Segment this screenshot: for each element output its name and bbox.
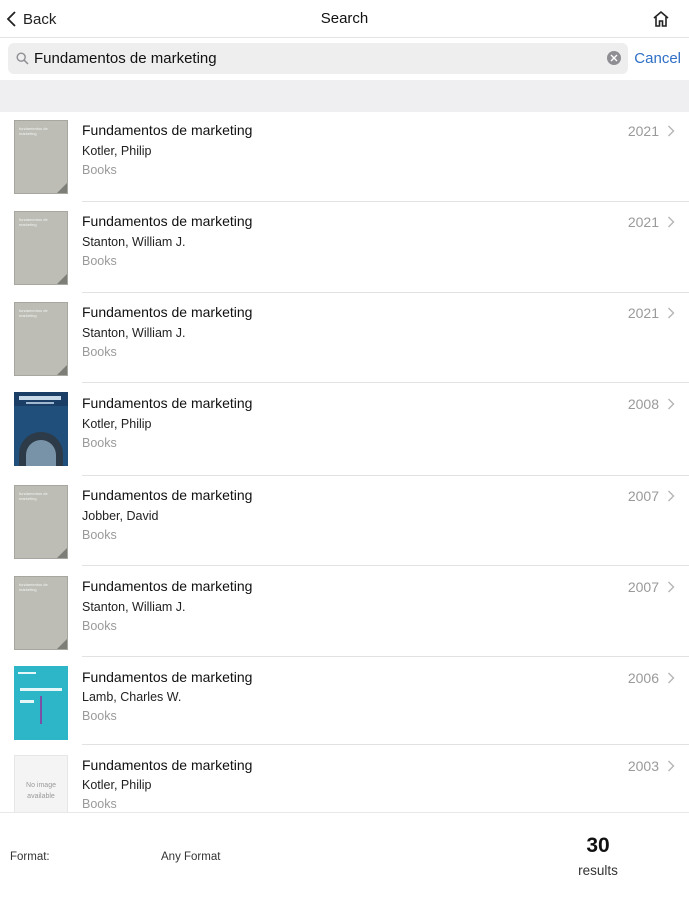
cover-text: fundamentos de marketing: [19, 308, 48, 318]
result-row[interactable]: Fundamentos de marketing Kotler, Philip …: [0, 383, 689, 476]
page-title: Search: [320, 10, 369, 27]
format-label: Format:: [10, 851, 50, 863]
result-row[interactable]: fundamentos de marketing Fundamentos de …: [0, 112, 689, 202]
book-cover: [14, 666, 68, 740]
result-year: 2021: [627, 123, 659, 139]
results-list: fundamentos de marketing Fundamentos de …: [0, 112, 689, 812]
result-year: 2003: [627, 758, 659, 774]
result-row[interactable]: fundamentos de marketing Fundamentos de …: [0, 293, 689, 383]
search-field[interactable]: [8, 43, 628, 74]
result-title: Fundamentos de marketing: [82, 122, 253, 138]
result-title: Fundamentos de marketing: [82, 578, 253, 594]
result-title: Fundamentos de marketing: [82, 304, 253, 320]
result-year: 2007: [627, 488, 659, 504]
book-cover: [14, 392, 68, 466]
result-author: Stanton, William J.: [82, 326, 186, 340]
cancel-button[interactable]: Cancel: [634, 50, 681, 67]
result-title: Fundamentos de marketing: [82, 395, 253, 411]
result-row[interactable]: No image available Fundamentos de market…: [0, 745, 689, 812]
search-input[interactable]: [34, 47, 594, 70]
result-year: 2006: [627, 670, 659, 686]
chevron-right-icon: [668, 125, 675, 137]
cover-text: fundamentos de marketing: [19, 126, 48, 136]
book-cover: fundamentos de marketing: [14, 120, 68, 194]
result-format: Books: [82, 436, 117, 450]
result-author: Stanton, William J.: [82, 600, 186, 614]
result-format: Books: [82, 254, 117, 268]
result-format: Books: [82, 619, 117, 633]
result-author: Lamb, Charles W.: [82, 690, 182, 704]
chevron-right-icon: [668, 216, 675, 228]
clear-search-button[interactable]: [607, 51, 621, 65]
result-row[interactable]: fundamentos de marketing Fundamentos de …: [0, 476, 689, 566]
result-year: 2008: [627, 396, 659, 412]
result-year: 2007: [627, 579, 659, 595]
result-author: Jobber, David: [82, 509, 159, 523]
result-title: Fundamentos de marketing: [82, 757, 253, 773]
book-cover: fundamentos de marketing: [14, 485, 68, 559]
cover-text: fundamentos de marketing: [19, 217, 48, 227]
chevron-right-icon: [668, 760, 675, 772]
result-title: Fundamentos de marketing: [82, 487, 253, 503]
results-count-label: results: [578, 863, 618, 878]
chevron-right-icon: [668, 490, 675, 502]
chevron-right-icon: [668, 581, 675, 593]
result-row[interactable]: fundamentos de marketing Fundamentos de …: [0, 202, 689, 293]
chevron-right-icon: [668, 398, 675, 410]
result-row[interactable]: Fundamentos de marketing Lamb, Charles W…: [0, 657, 689, 745]
clear-x-icon: [610, 54, 618, 62]
result-title: Fundamentos de marketing: [82, 669, 253, 685]
chevron-right-icon: [668, 307, 675, 319]
book-cover: fundamentos de marketing: [14, 302, 68, 376]
results-footer: Format: Any Format 30 results: [0, 812, 689, 900]
cover-text: fundamentos de marketing: [19, 491, 48, 501]
result-format: Books: [82, 797, 117, 811]
result-author: Stanton, William J.: [82, 235, 186, 249]
home-icon[interactable]: [651, 9, 671, 29]
no-image-placeholder: No image available: [26, 782, 56, 800]
book-cover: fundamentos de marketing: [14, 576, 68, 650]
result-author: Kotler, Philip: [82, 417, 152, 431]
result-format: Books: [82, 163, 117, 177]
result-format: Books: [82, 345, 117, 359]
magnifier-icon: [16, 52, 29, 65]
navigation-bar: Back Search: [0, 0, 689, 38]
chevron-right-icon: [668, 672, 675, 684]
section-spacer: [0, 80, 689, 112]
result-title: Fundamentos de marketing: [82, 213, 253, 229]
result-year: 2021: [627, 305, 659, 321]
result-author: Kotler, Philip: [82, 144, 152, 158]
format-filter[interactable]: Any Format: [161, 851, 220, 863]
result-format: Books: [82, 709, 117, 723]
result-author: Kotler, Philip: [82, 778, 152, 792]
book-cover: fundamentos de marketing: [14, 211, 68, 285]
result-year: 2021: [627, 214, 659, 230]
cover-text: fundamentos de marketing: [19, 582, 48, 592]
search-bar: Cancel: [0, 38, 689, 80]
results-count: 30: [586, 834, 610, 857]
result-row[interactable]: fundamentos de marketing Fundamentos de …: [0, 566, 689, 657]
result-format: Books: [82, 528, 117, 542]
book-cover: No image available: [14, 755, 68, 812]
